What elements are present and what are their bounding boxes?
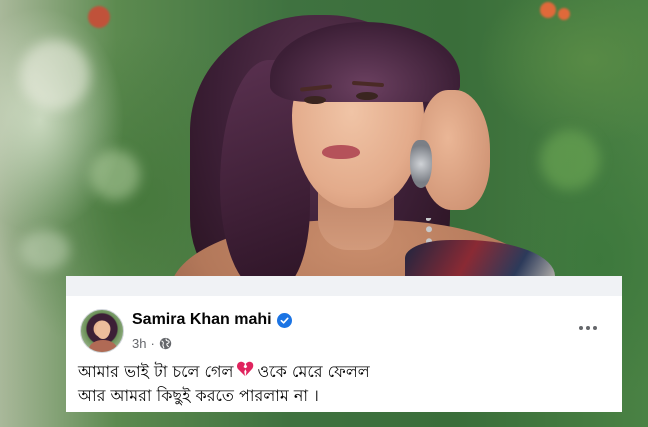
- author-avatar[interactable]: [80, 309, 124, 353]
- post-text-segment: আর আমরা কিছুই করতে পারলাম না ।: [78, 386, 319, 405]
- author-name[interactable]: Samira Khan mahi: [132, 311, 272, 329]
- more-options-dot: [593, 326, 597, 330]
- post-text-line-2: আর আমরা কিছুই করতে পারলাম না ।: [78, 384, 608, 408]
- author-name-row: Samira Khan mahi: [132, 309, 292, 331]
- meta-separator: ·: [150, 335, 155, 351]
- post-text-segment: ওকে মেরে ফেলল: [257, 362, 370, 381]
- verified-badge-icon: [276, 312, 292, 328]
- more-options-dot: [586, 326, 590, 330]
- post-text: আমার ভাই টা চলে গেল ওকে মেরে ফেলল আর আমর…: [78, 360, 608, 408]
- post-text-line-1: আমার ভাই টা চলে গেল ওকে মেরে ফেলল: [78, 360, 608, 384]
- more-options-button[interactable]: [571, 314, 605, 342]
- more-options-icon: [579, 326, 583, 330]
- globe-icon[interactable]: [159, 337, 172, 350]
- post-timestamp[interactable]: 3h: [132, 336, 146, 351]
- broken-heart-icon: [236, 360, 254, 384]
- facebook-post-card: Samira Khan mahi 3h · আমার ভাই টা চলে গে…: [66, 276, 622, 412]
- post-text-segment: আমার ভাই টা চলে গেল: [78, 362, 234, 381]
- post-meta: 3h ·: [132, 334, 172, 352]
- card-top-strip: [66, 276, 622, 296]
